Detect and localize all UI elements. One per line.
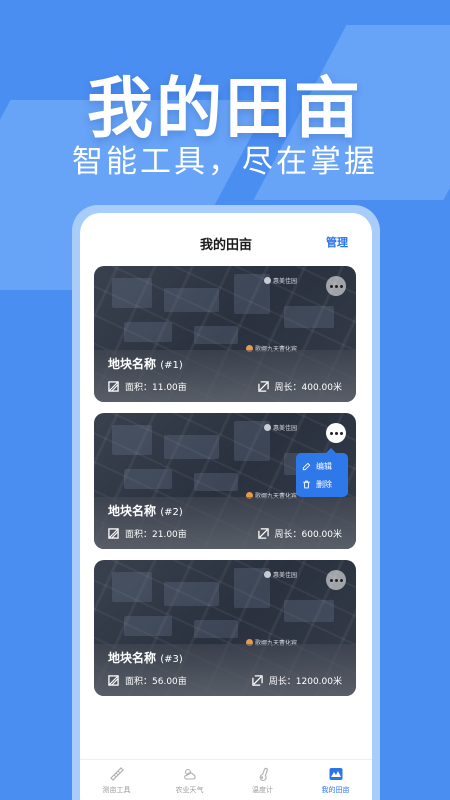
dot: [334, 431, 338, 435]
plot-name-text: 地块名称: [108, 357, 157, 371]
plot-card[interactable]: 惠美佳园 歌娜九天曹化宾 地块名称 (#2) 面积：21.00亩: [94, 413, 356, 549]
area-icon: [108, 381, 119, 392]
tab-label: 农业天气: [175, 786, 204, 794]
dot: [329, 284, 333, 288]
plot-perimeter: 周长：1200.00米: [252, 674, 342, 687]
plot-name-text: 地块名称: [108, 651, 157, 665]
perimeter-icon: [252, 675, 263, 686]
area-icon: [108, 675, 119, 686]
map-block: [124, 322, 172, 342]
plot-card[interactable]: 惠美佳园 歌娜九天曹化宾 地块名称 (#3) 面积：56.00亩: [94, 560, 356, 696]
plot-perimeter: 周长：400.00米: [257, 380, 343, 393]
plot-name-text: 地块名称: [108, 504, 157, 518]
poi-label: 惠美佳园: [273, 278, 298, 285]
map-block: [112, 425, 152, 455]
map-block: [194, 473, 238, 491]
area-icon: [108, 528, 119, 539]
manage-button[interactable]: 管理: [326, 234, 348, 250]
phone-screen: 我的田亩 管理 惠美佳园 歌娜九天曹化宾 地块名称 (#1): [80, 213, 372, 800]
map-block: [164, 435, 219, 459]
edit-label: 编辑: [316, 461, 332, 471]
plot-number: (#1): [160, 360, 183, 371]
dot: [339, 284, 343, 288]
perimeter-value: 周长：600.00米: [274, 530, 343, 540]
plot-name: 地块名称 (#1): [108, 355, 183, 372]
plot-options-menu: 编辑 删除: [296, 448, 348, 497]
tab-measure[interactable]: 测亩工具: [80, 766, 153, 800]
plot-card[interactable]: 惠美佳园 歌娜九天曹化宾 地块名称 (#1) 面积：11.00亩: [94, 266, 356, 402]
measure-icon: [109, 767, 124, 781]
map-block: [284, 600, 334, 622]
plot-number: (#3): [160, 654, 183, 665]
area-value: 面积：11.00亩: [125, 383, 187, 393]
dot: [334, 578, 338, 582]
delete-label: 删除: [316, 479, 332, 489]
poi-label: 惠美佳园: [273, 425, 298, 432]
tab-bar: 测亩工具 农业天气 温度计 我的田亩: [80, 759, 372, 800]
edit-icon: [302, 462, 311, 470]
map-block: [124, 469, 172, 489]
plot-perimeter: 周长：600.00米: [257, 527, 343, 540]
tab-label: 我的田亩: [321, 786, 350, 794]
map-block: [284, 306, 334, 328]
tab-thermometer[interactable]: 温度计: [226, 766, 299, 800]
more-options-button[interactable]: [326, 570, 346, 590]
poi-label: 惠美佳园: [273, 572, 298, 579]
field-icon: [329, 768, 342, 780]
hero-subtitle: 智能工具，尽在掌握: [72, 144, 378, 180]
dot: [339, 578, 343, 582]
map-poi: 惠美佳园: [264, 276, 297, 285]
tab-label: 温度计: [252, 786, 273, 794]
location-pin-icon: [264, 571, 271, 578]
map-block: [164, 582, 219, 606]
area-value: 面积：21.00亩: [125, 530, 187, 540]
plot-area: 面积：56.00亩: [108, 674, 187, 687]
plot-number: (#2): [160, 507, 183, 518]
location-pin-icon: [264, 277, 271, 284]
thermometer-icon: [259, 767, 268, 781]
map-block: [194, 326, 238, 344]
dot: [339, 431, 343, 435]
map-block: [112, 278, 152, 308]
nav-bar: 我的田亩 管理: [80, 213, 372, 273]
delete-menu-item[interactable]: 删除: [302, 475, 342, 493]
phone-frame: 我的田亩 管理 惠美佳园 歌娜九天曹化宾 地块名称 (#1): [72, 205, 380, 800]
trash-icon: [303, 480, 310, 488]
plot-area: 面积：21.00亩: [108, 527, 187, 540]
perimeter-value: 周长：400.00米: [274, 383, 343, 393]
perimeter-value: 周长：1200.00米: [268, 677, 342, 687]
page-title: 我的田亩: [199, 237, 252, 253]
tab-label: 测亩工具: [102, 786, 131, 794]
map-block: [112, 572, 152, 602]
perimeter-icon: [257, 381, 269, 392]
weather-icon: [183, 768, 196, 780]
location-pin-icon: [264, 424, 271, 431]
plot-name: 地块名称 (#3): [108, 649, 183, 666]
more-options-button[interactable]: [326, 423, 346, 443]
map-block: [124, 616, 172, 636]
tab-my-fields[interactable]: 我的田亩: [299, 766, 372, 800]
area-value: 面积：56.00亩: [125, 677, 187, 687]
more-options-button[interactable]: [326, 276, 346, 296]
map-poi: 惠美佳园: [264, 423, 297, 432]
plot-name: 地块名称 (#2): [108, 502, 183, 519]
tab-weather[interactable]: 农业天气: [153, 766, 226, 800]
perimeter-icon: [257, 528, 269, 539]
plot-area: 面积：11.00亩: [108, 380, 187, 393]
map-poi: 惠美佳园: [264, 570, 297, 579]
dot: [329, 578, 333, 582]
map-block: [194, 620, 238, 638]
dot: [334, 284, 338, 288]
dot: [329, 431, 333, 435]
map-block: [164, 288, 219, 312]
edit-menu-item[interactable]: 编辑: [302, 457, 342, 475]
